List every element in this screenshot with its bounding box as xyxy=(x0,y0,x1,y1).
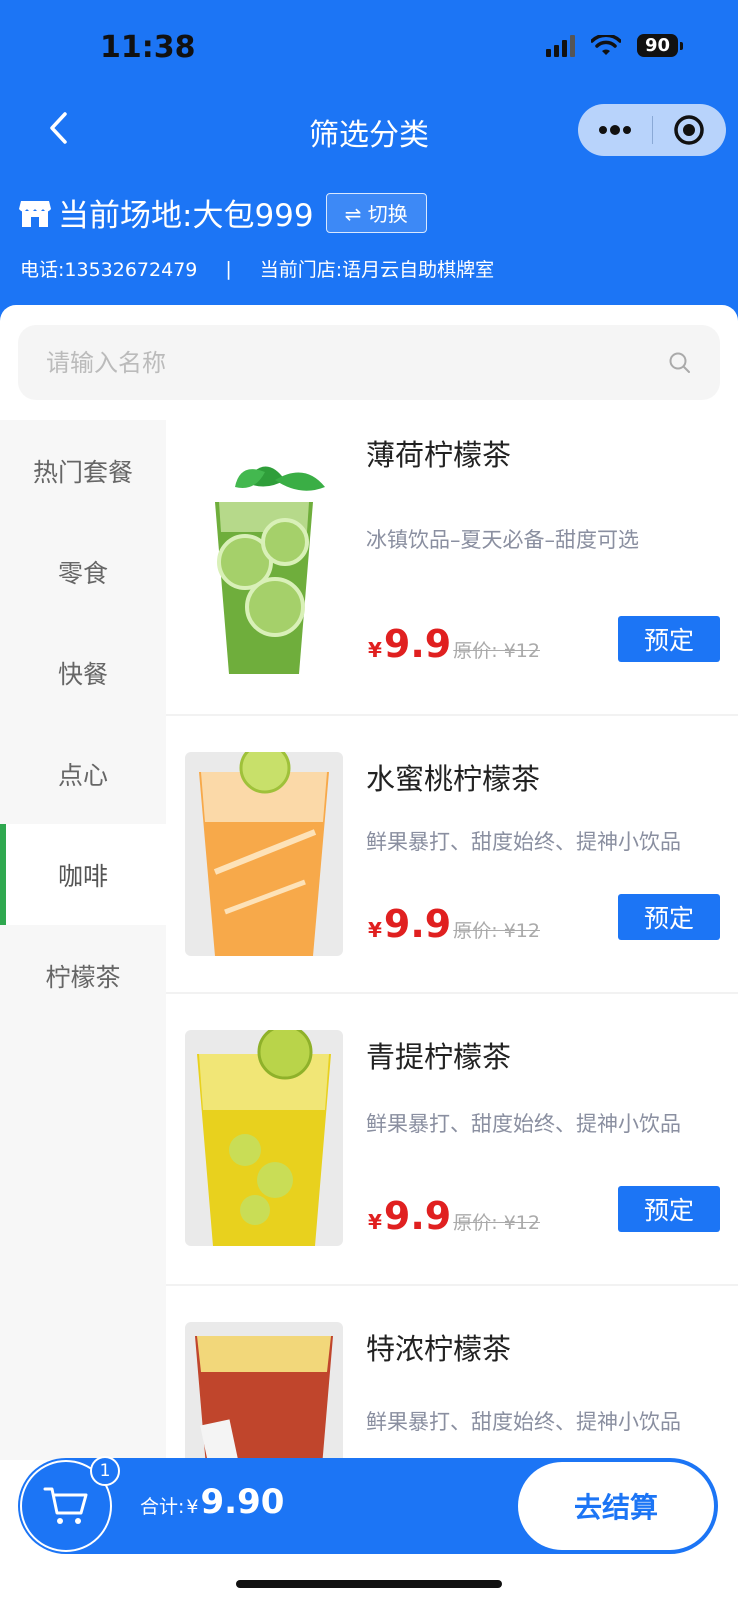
more-dots-icon xyxy=(598,125,631,135)
product-name: 薄荷柠檬茶 xyxy=(366,438,512,472)
price-currency: ¥ xyxy=(368,918,382,942)
price-row: ¥ 9.9 原价: ¥12 xyxy=(368,902,540,946)
cart-count-badge: 1 xyxy=(90,1456,120,1486)
price-currency: ¥ xyxy=(368,1210,382,1234)
search-input[interactable] xyxy=(46,348,668,377)
category-sidebar: 热门套餐 零食 快餐 点心 咖啡 柠檬茶 xyxy=(0,420,166,1460)
original-price: 原价: ¥12 xyxy=(453,920,540,942)
checkout-button[interactable]: 去结算 xyxy=(518,1462,714,1550)
original-price: 原价: ¥12 xyxy=(453,1212,540,1234)
product-card: 特浓柠檬茶 鲜果暴打、甜度始终、提神小饮品 xyxy=(166,1286,738,1460)
product-description: 鲜果暴打、甜度始终、提神小饮品 xyxy=(366,1112,681,1136)
product-description: 鲜果暴打、甜度始终、提神小饮品 xyxy=(366,1410,681,1434)
info-divider: | xyxy=(225,257,232,280)
product-price: 9.9 xyxy=(383,1194,452,1238)
cart-button[interactable]: 1 xyxy=(20,1456,120,1552)
sidebar-item-hot-packages[interactable]: 热门套餐 xyxy=(0,420,166,521)
book-button[interactable]: 预定 xyxy=(618,1186,720,1232)
main-content: 热门套餐 零食 快餐 点心 咖啡 柠檬茶 薄荷柠檬茶 冰镇饮 xyxy=(0,305,738,1460)
battery-indicator: 90 xyxy=(636,34,684,57)
product-image-green-grape-lemon-tea[interactable] xyxy=(185,1030,343,1246)
product-name: 特浓柠檬茶 xyxy=(366,1332,512,1366)
drink-illustration xyxy=(197,1030,331,1246)
signal-icon xyxy=(545,34,575,57)
search-icon[interactable] xyxy=(668,351,692,375)
phone-number: 电话:13532672479 xyxy=(20,259,198,281)
product-description: 鲜果暴打、甜度始终、提神小饮品 xyxy=(366,830,681,854)
drink-illustration xyxy=(215,466,325,674)
shopping-cart-icon xyxy=(43,1487,88,1524)
book-button[interactable]: 预定 xyxy=(618,894,720,940)
sidebar-item-snacks[interactable]: 零食 xyxy=(0,521,166,622)
product-image-strong-lemon-tea[interactable] xyxy=(185,1322,343,1460)
product-price: 9.9 xyxy=(383,622,452,666)
product-name: 水蜜桃柠檬茶 xyxy=(366,762,541,796)
product-list: 薄荷柠檬茶 冰镇饮品–夏天必备–甜度可选 ¥ 9.9 原价: ¥12 预定 水蜜… xyxy=(166,420,738,1460)
status-time: 11:38 xyxy=(100,30,196,65)
status-icons: 90 xyxy=(545,34,684,57)
sidebar-item-coffee[interactable]: 咖啡 xyxy=(0,824,166,925)
store-icon xyxy=(19,200,51,227)
sidebar-item-dim-sum[interactable]: 点心 xyxy=(0,723,166,824)
wifi-icon xyxy=(590,34,621,55)
product-card: 薄荷柠檬茶 冰镇饮品–夏天必备–甜度可选 ¥ 9.9 原价: ¥12 预定 xyxy=(166,420,738,716)
drink-illustration xyxy=(199,752,329,956)
search-bar xyxy=(18,325,720,400)
total-currency: ¥ xyxy=(186,1496,199,1518)
sidebar-item-lemon-tea[interactable]: 柠檬茶 xyxy=(0,925,166,1026)
sidebar-item-fast-food[interactable]: 快餐 xyxy=(0,622,166,723)
product-card: 青提柠檬茶 鲜果暴打、甜度始终、提神小饮品 ¥ 9.9 原价: ¥12 预定 xyxy=(166,994,738,1286)
mini-program-capsule xyxy=(578,104,726,156)
cart-total: 合计: ¥ 9.90 xyxy=(140,1482,284,1522)
store-info: 电话:13532672479 | 当前门店:语月云自助棋牌室 xyxy=(20,255,494,282)
close-mini-program-button[interactable] xyxy=(653,104,727,156)
venue-row: 当前场地:大包999 ⇌ 切换 xyxy=(18,190,427,235)
product-image-peach-lemon-tea[interactable] xyxy=(185,752,343,956)
current-store: 当前门店:语月云自助棋牌室 xyxy=(259,259,495,281)
cart-bar: 1 合计: ¥ 9.90 去结算 xyxy=(18,1456,718,1554)
product-description: 冰镇饮品–夏天必备–甜度可选 xyxy=(366,528,639,552)
price-currency: ¥ xyxy=(368,638,382,662)
more-button[interactable] xyxy=(578,104,652,156)
switch-venue-button[interactable]: ⇌ 切换 xyxy=(325,192,427,233)
target-icon xyxy=(674,115,704,145)
original-price: 原价: ¥12 xyxy=(453,640,540,662)
drink-illustration xyxy=(195,1336,333,1460)
product-image-mint-lemon-tea[interactable] xyxy=(185,442,343,684)
header: 11:38 90 筛选分类 当前场地:大包999 ⇌ 切换 电话:1353267… xyxy=(0,0,738,330)
current-venue: 当前场地:大包999 xyxy=(58,198,314,234)
product-name: 青提柠檬茶 xyxy=(366,1040,512,1074)
price-row: ¥ 9.9 原价: ¥12 xyxy=(368,622,540,666)
product-card: 水蜜桃柠檬茶 鲜果暴打、甜度始终、提神小饮品 ¥ 9.9 原价: ¥12 预定 xyxy=(166,716,738,994)
home-indicator xyxy=(236,1580,502,1588)
product-price: 9.9 xyxy=(383,902,452,946)
price-row: ¥ 9.9 原价: ¥12 xyxy=(368,1194,540,1238)
total-amount: 9.90 xyxy=(200,1482,285,1522)
book-button[interactable]: 预定 xyxy=(618,616,720,662)
total-label: 合计: xyxy=(140,1496,185,1518)
